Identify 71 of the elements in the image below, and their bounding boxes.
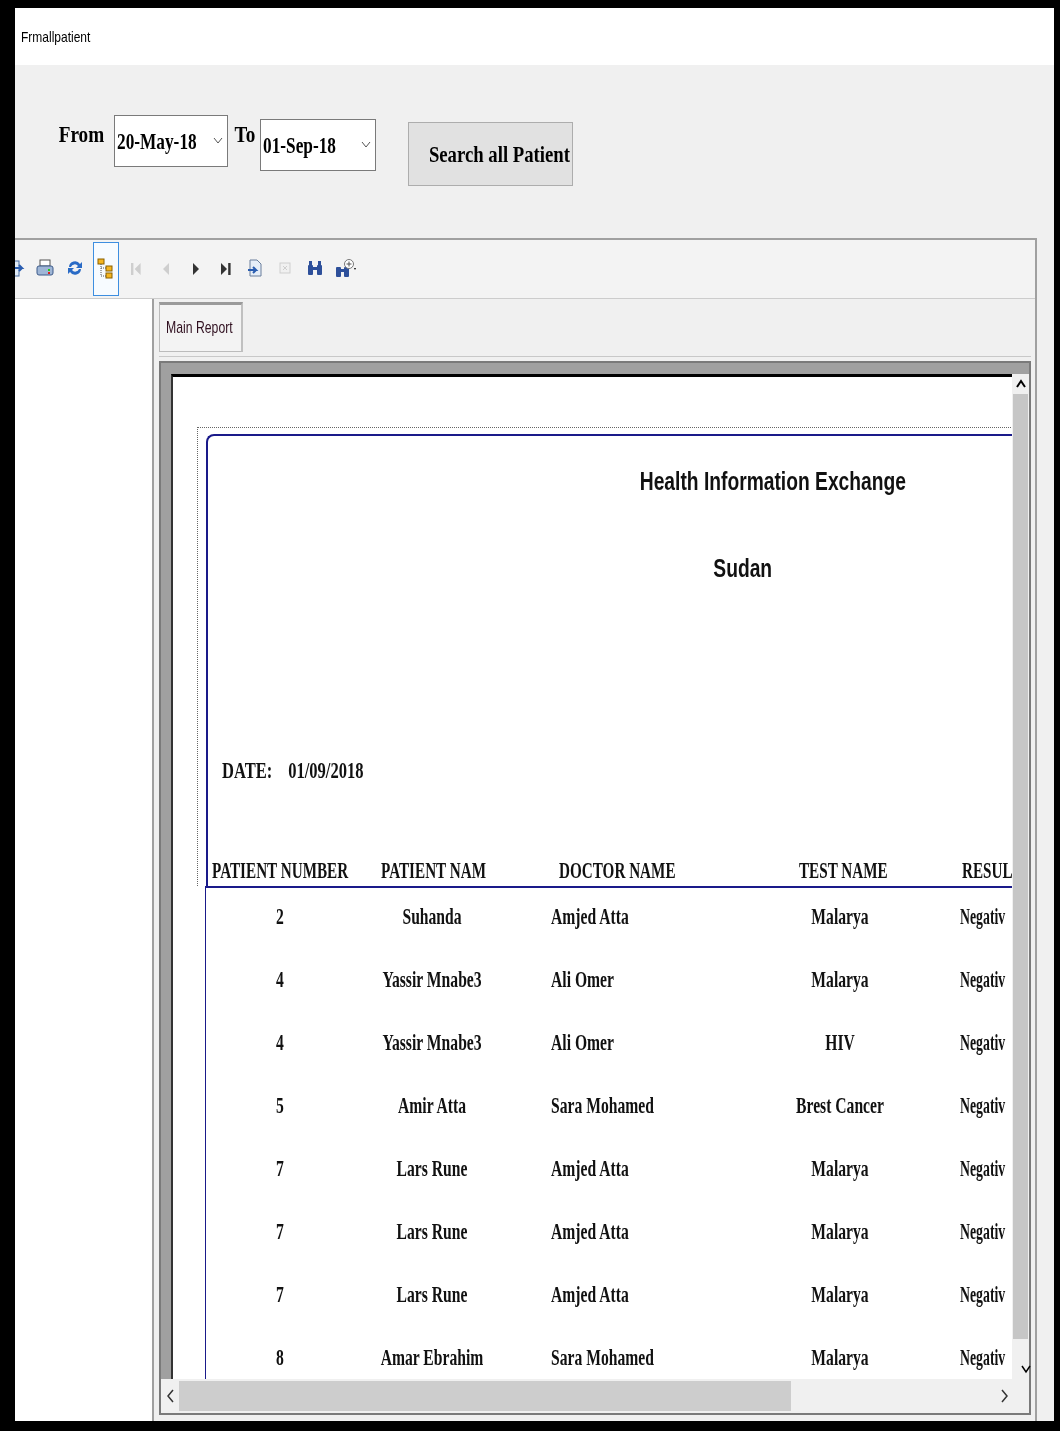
table-cell: 2 [276, 904, 284, 930]
report-tab[interactable]: Main Report [159, 302, 243, 352]
table-cell: Sara Mohamed [551, 1345, 654, 1371]
column-header: DOCTOR NAME [559, 858, 676, 884]
table-cell: 5 [276, 1093, 284, 1119]
table-cell: Malarya [811, 1345, 869, 1371]
table-cell: Amir Atta [398, 1093, 466, 1119]
dropdown-caret-icon [360, 141, 371, 149]
table-cell: Malarya [811, 1282, 869, 1308]
table-cell: 8 [276, 1345, 284, 1371]
column-header: RESUL [962, 858, 1012, 884]
from-label: From [58, 121, 105, 148]
table-cell: Negativ [960, 1219, 1006, 1245]
report-subtitle: Sudan [713, 553, 773, 584]
table-cell: Negativ [960, 1030, 1006, 1056]
vertical-scrollbar[interactable] [1012, 374, 1029, 1379]
last-page-icon [221, 263, 231, 275]
date-label: DATE: [222, 758, 273, 783]
table-cell: Amjed Atta [551, 904, 629, 930]
window-title: Frmallpatient [21, 28, 91, 45]
table-cell: Amjed Atta [551, 1282, 629, 1308]
table-cell: Malarya [811, 904, 869, 930]
table-cell: Negativ [960, 904, 1006, 930]
table-cell: Amar Ebrahim [380, 1345, 484, 1371]
table-cell: Negativ [960, 1156, 1006, 1182]
date-value: 01/09/2018 [288, 758, 364, 783]
horizontal-scrollbar[interactable] [161, 1379, 1029, 1413]
column-header: TEST NAME [799, 858, 888, 884]
scroll-right-icon[interactable] [999, 1389, 1009, 1403]
column-header: PATIENT NAM [381, 858, 486, 884]
table-cell: Sara Mohamed [551, 1093, 654, 1119]
to-label: To [234, 121, 256, 148]
zoom-icon [335, 258, 357, 280]
first-page-icon [131, 263, 141, 275]
table-cell: Amjed Atta [551, 1219, 629, 1245]
table-cell: Amjed Atta [551, 1156, 629, 1182]
table-cell: Malarya [811, 967, 869, 993]
report-title: Health Information Exchange [639, 466, 906, 497]
scrollbar-thumb[interactable] [179, 1381, 791, 1411]
table-cell: Lars Rune [396, 1156, 468, 1182]
table-cell: Brest Cancer [796, 1093, 884, 1119]
scroll-left-icon[interactable] [166, 1389, 176, 1403]
to-date-picker[interactable]: 01-Sep-18 [259, 119, 376, 171]
scrollbar-thumb[interactable] [1013, 394, 1028, 1339]
table-cell: Malarya [811, 1156, 869, 1182]
table-cell: 4 [276, 967, 284, 993]
table-cell: Malarya [811, 1219, 869, 1245]
table-cell: 7 [276, 1156, 284, 1182]
table-cell: 7 [276, 1282, 284, 1308]
table-cell: Negativ [960, 1345, 1006, 1371]
previous-page-icon [163, 263, 169, 275]
search-button[interactable]: Search all Patient [407, 122, 573, 186]
table-cell: Negativ [960, 967, 1006, 993]
table-cell: 7 [276, 1219, 284, 1245]
table-cell: Lars Rune [396, 1282, 468, 1308]
scroll-up-icon[interactable] [1015, 378, 1026, 390]
table-cell: Ali Omer [551, 967, 614, 993]
column-header: PATIENT NUMBER [212, 858, 349, 884]
next-page-icon [193, 263, 199, 275]
table-cell: Ali Omer [551, 1030, 614, 1056]
table-cell: Negativ [960, 1093, 1006, 1119]
table-cell: Yassir Mnabe3 [382, 967, 482, 993]
dropdown-caret-icon [212, 137, 223, 145]
from-date-picker[interactable]: 20-May-18 [113, 115, 228, 167]
table-cell: 4 [276, 1030, 284, 1056]
table-cell: Lars Rune [396, 1219, 468, 1245]
scroll-down-icon[interactable] [1020, 1363, 1031, 1375]
table-cell: HIV [825, 1030, 855, 1056]
table-cell: Yassir Mnabe3 [382, 1030, 482, 1056]
table-cell: Suhanda [402, 904, 462, 930]
table-cell: Negativ [960, 1282, 1006, 1308]
